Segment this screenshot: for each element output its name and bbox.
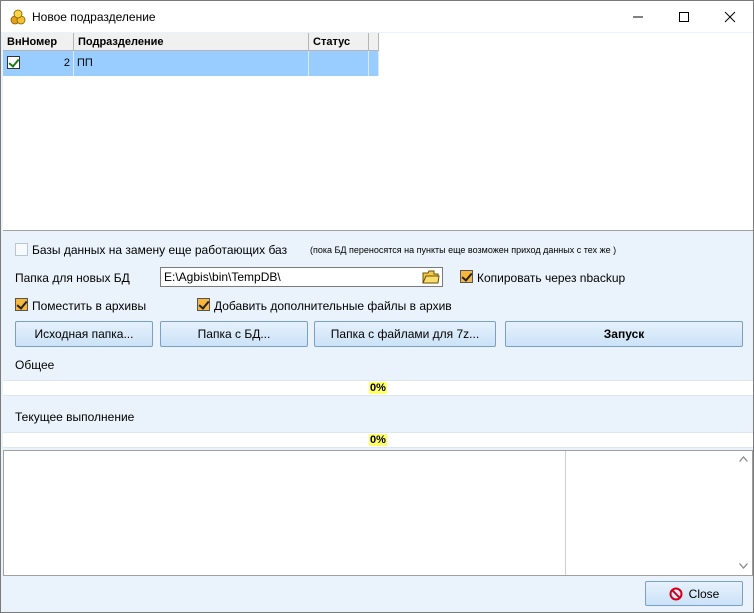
subdivision-grid[interactable]: ВнНомер Подразделение Статус 2 ПП (3, 33, 753, 231)
window-title: Новое подразделение (32, 10, 156, 24)
log-main-pane[interactable] (4, 451, 566, 575)
minimize-icon (633, 16, 643, 17)
scroll-up-icon[interactable] (739, 456, 748, 462)
title-bar: Новое подразделение (1, 1, 753, 32)
log-scrollbar[interactable] (735, 451, 752, 575)
archive-checkbox[interactable] (15, 298, 28, 311)
minimize-button[interactable] (615, 1, 661, 32)
column-header-status[interactable]: Статус (309, 33, 369, 51)
extra-files-label: Добавить дополнительные файлы в архив (214, 299, 452, 313)
row-checkbox[interactable] (7, 56, 20, 69)
log-area[interactable] (3, 450, 753, 576)
table-row[interactable]: 2 ПП (3, 51, 379, 76)
new-db-folder-input[interactable]: E:\Agbis\bin\TempDB\ (160, 267, 443, 287)
dialog-window: Новое подразделение ВнНомер Подразделени… (0, 0, 754, 613)
new-db-folder-label: Папка для новых БД (15, 271, 130, 285)
window-close-button[interactable] (707, 1, 753, 32)
start-button[interactable]: Запуск (505, 321, 743, 347)
current-progress-bar: 0% (3, 432, 753, 448)
replace-db-label: Базы данных на замену еще работающих баз (32, 243, 288, 257)
cell-name: ПП (74, 51, 309, 76)
cell-status (309, 51, 369, 76)
folder-open-icon[interactable] (422, 270, 440, 284)
app-icon (10, 9, 26, 25)
scroll-down-icon[interactable] (739, 563, 748, 569)
archive-label: Поместить в архивы (32, 299, 147, 313)
overall-progress-percent: 0% (369, 382, 387, 394)
nbackup-label: Копировать через nbackup (477, 271, 626, 285)
column-header-spacer (369, 33, 379, 51)
column-header-num[interactable]: ВнНомер (3, 33, 74, 51)
db-folder-button[interactable]: Папка с БД... (160, 321, 308, 347)
replace-db-note: (пока БД переносятся на пункты еще возмо… (310, 245, 617, 255)
grid-header: ВнНомер Подразделение Статус (3, 33, 379, 51)
row-num: 2 (63, 57, 70, 69)
replace-db-checkbox[interactable] (15, 243, 28, 256)
source-folder-button[interactable]: Исходная папка... (15, 321, 153, 347)
current-progress-percent: 0% (369, 434, 387, 446)
maximize-icon (679, 11, 689, 22)
maximize-button[interactable] (661, 1, 707, 32)
cell-spacer (369, 51, 379, 76)
close-icon (724, 11, 736, 22)
seven-z-folder-button[interactable]: Папка с файлами для 7z... (314, 321, 496, 347)
nbackup-checkbox[interactable] (460, 270, 473, 283)
overall-progress-bar: 0% (3, 380, 753, 396)
close-button[interactable]: Close (645, 581, 743, 606)
close-button-label: Close (688, 586, 720, 601)
column-header-name[interactable]: Подразделение (74, 33, 309, 51)
no-entry-icon (669, 587, 683, 600)
cell-num: 2 (3, 51, 74, 76)
extra-files-checkbox[interactable] (197, 298, 210, 311)
overall-progress-label: Общее (15, 358, 55, 372)
current-progress-label: Текущее выполнение (15, 410, 135, 424)
